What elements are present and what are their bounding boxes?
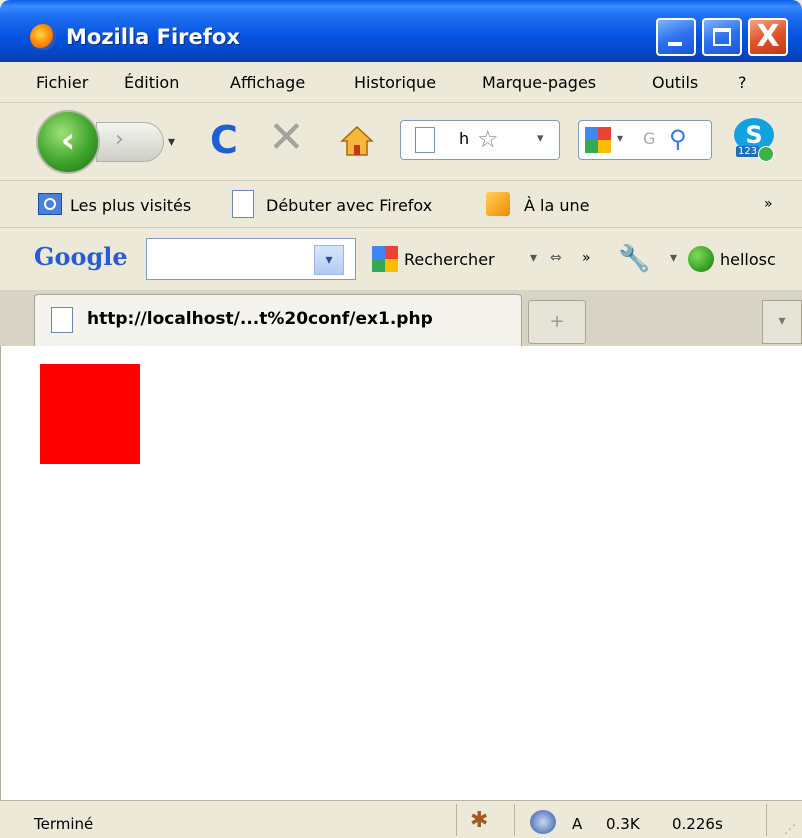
online-status-icon[interactable] bbox=[688, 246, 714, 272]
search-icon[interactable]: ⚲ bbox=[669, 125, 687, 153]
google-toolbar-overflow-button[interactable]: » bbox=[582, 250, 591, 266]
search-input[interactable]: G bbox=[643, 129, 655, 148]
maximize-icon bbox=[713, 28, 731, 46]
menu-marque-pages[interactable]: Marque-pages bbox=[482, 73, 596, 92]
menu-affichage[interactable]: Affichage bbox=[230, 73, 305, 92]
red-square bbox=[40, 364, 140, 464]
engine-dropdown-icon[interactable]: ▾ bbox=[617, 131, 623, 145]
wrench-icon[interactable]: 🔧 bbox=[618, 244, 650, 274]
rss-feed-icon bbox=[486, 192, 510, 216]
plus-icon: + bbox=[549, 311, 565, 332]
history-dropdown-icon[interactable]: ▾ bbox=[168, 134, 175, 150]
tab-active[interactable]: http://localhost/...t%20conf/ex1.php bbox=[34, 294, 522, 346]
menu-help[interactable]: ? bbox=[738, 73, 747, 92]
search-options-dropdown-icon[interactable]: ▾ bbox=[530, 250, 537, 266]
page-icon bbox=[232, 190, 254, 218]
bookmarks-overflow-button[interactable]: » bbox=[764, 196, 773, 212]
status-divider bbox=[514, 804, 515, 836]
minimize-button[interactable] bbox=[656, 18, 696, 56]
home-icon[interactable] bbox=[340, 124, 374, 158]
page-icon bbox=[415, 127, 435, 153]
resize-grip-icon[interactable]: ⋰ bbox=[784, 822, 796, 836]
window-title: Mozilla Firefox bbox=[66, 25, 240, 49]
page-size: 0.3K bbox=[606, 815, 640, 833]
stop-icon[interactable]: ✕ bbox=[268, 116, 308, 160]
google-user-name[interactable]: hellosc bbox=[720, 250, 776, 269]
close-button[interactable]: X bbox=[748, 18, 788, 56]
tab-list-button[interactable]: ▾ bbox=[762, 300, 802, 344]
forward-button[interactable]: › bbox=[96, 122, 164, 162]
bookmark-star-icon[interactable]: ☆ bbox=[477, 125, 499, 153]
search-history-dropdown[interactable]: ▾ bbox=[314, 245, 344, 275]
page-icon bbox=[51, 307, 73, 333]
new-tab-button[interactable]: + bbox=[528, 300, 586, 344]
status-divider bbox=[766, 804, 767, 836]
status-text: Terminé bbox=[34, 815, 94, 833]
skype-icon[interactable]: S 123 bbox=[728, 116, 778, 164]
bookmark-headlines[interactable]: À la une bbox=[524, 196, 590, 215]
resize-handle-icon[interactable]: ⇔ bbox=[550, 250, 562, 266]
chevron-down-icon: ▾ bbox=[778, 313, 786, 329]
google-search-button[interactable]: Rechercher bbox=[404, 250, 495, 269]
url-input[interactable]: h bbox=[459, 129, 469, 148]
reload-icon[interactable]: C bbox=[210, 120, 250, 160]
google-search-engine-icon[interactable] bbox=[585, 127, 611, 153]
status-divider bbox=[456, 804, 457, 836]
google-search-icon[interactable] bbox=[372, 246, 398, 272]
menu-historique[interactable]: Historique bbox=[354, 73, 436, 92]
tab-title: http://localhost/...t%20conf/ex1.php bbox=[87, 309, 433, 329]
google-logo[interactable]: Google bbox=[34, 242, 128, 271]
menu-edition[interactable]: Édition bbox=[124, 73, 179, 92]
firefox-logo-icon bbox=[30, 24, 56, 50]
maximize-button[interactable] bbox=[702, 18, 742, 56]
title-bar[interactable]: Mozilla Firefox X bbox=[0, 0, 802, 62]
minimize-icon bbox=[668, 42, 682, 46]
most-visited-icon bbox=[38, 193, 62, 215]
search-bar[interactable]: ▾ G ⚲ bbox=[578, 120, 712, 160]
menu-bar: Fichier Édition Affichage Historique Mar… bbox=[0, 62, 802, 103]
status-indicator: A bbox=[572, 815, 583, 833]
bookmark-getting-started[interactable]: Débuter avec Firefox bbox=[266, 196, 432, 215]
firebug-icon[interactable]: ✱ bbox=[470, 808, 488, 833]
yslow-icon[interactable] bbox=[530, 810, 556, 834]
close-icon: X bbox=[756, 19, 780, 54]
browser-window: Mozilla Firefox X Fichier Édition Affich… bbox=[0, 0, 802, 838]
bookmark-most-visited[interactable]: Les plus visités bbox=[70, 196, 191, 215]
google-logo-text: Google bbox=[34, 242, 128, 271]
menu-outils[interactable]: Outils bbox=[652, 73, 698, 92]
menu-fichier[interactable]: Fichier bbox=[36, 73, 88, 92]
settings-dropdown-icon[interactable]: ▾ bbox=[670, 250, 677, 266]
chevron-right-icon: › bbox=[115, 127, 124, 152]
url-bar[interactable]: h ☆ ▾ bbox=[400, 120, 560, 160]
chevron-left-icon: ‹ bbox=[60, 120, 76, 161]
load-time: 0.226s bbox=[672, 815, 723, 833]
back-button[interactable]: ‹ bbox=[36, 110, 100, 174]
url-dropdown-icon[interactable]: ▾ bbox=[537, 131, 544, 146]
